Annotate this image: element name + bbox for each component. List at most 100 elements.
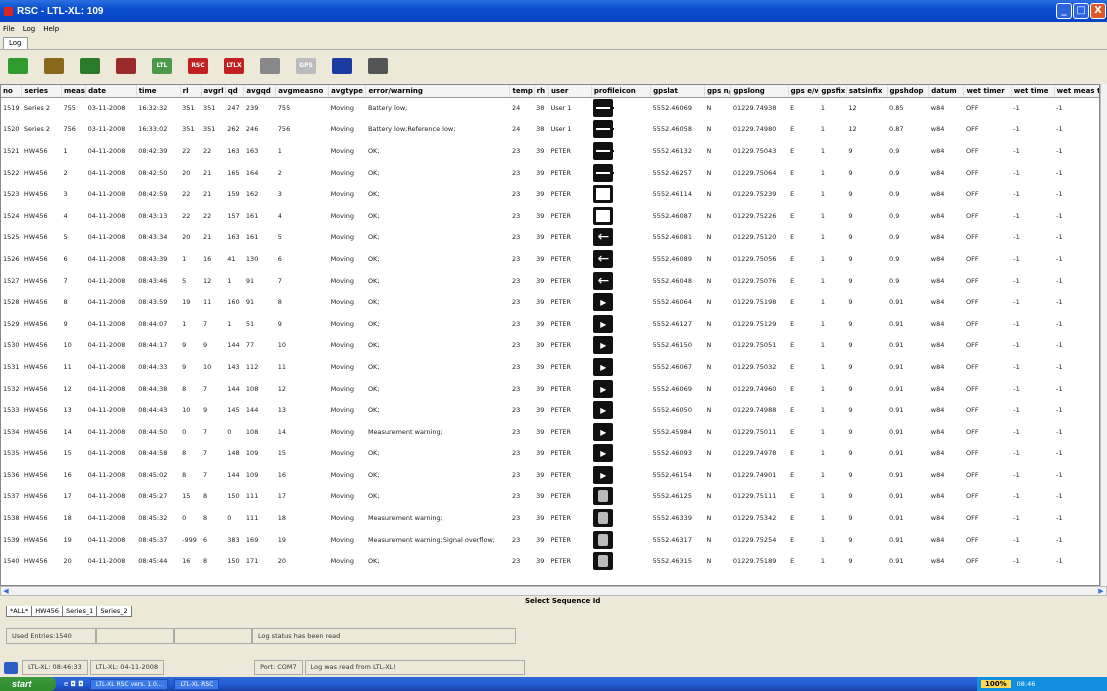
scroll-right-icon[interactable]: ▶ [1096, 587, 1106, 595]
table-row[interactable]: 1527 HW456 7 04-11-2008 08:43:46 5 12 1 91 7 Movin… [1, 270, 1099, 292]
column-header[interactable]: gpshdop [887, 85, 930, 98]
column-header[interactable]: wet time [1011, 85, 1055, 98]
toolbar-button-4[interactable]: LTL [150, 54, 174, 78]
column-header[interactable]: wet meas tin [1054, 85, 1099, 98]
column-header[interactable]: error/warning [365, 85, 511, 98]
toolbar-button-8[interactable]: GPS [294, 54, 318, 78]
column-header[interactable]: wet timer [963, 85, 1012, 98]
table-cell: 5552.45984 [652, 427, 692, 436]
column-header[interactable]: profileicon [591, 85, 652, 98]
column-header[interactable]: avgrl [201, 85, 226, 98]
table-cell: 08:45:32 [138, 514, 168, 523]
table-row[interactable]: 1540 HW456 20 04-11-2008 08:45:44 16 8 150 171 20… [1, 550, 1099, 572]
table-row[interactable]: 1524 HW456 4 04-11-2008 08:43:13 22 22 157 161 4 M… [1, 205, 1099, 227]
column-header[interactable]: rl [180, 85, 202, 98]
toolbar-button-5[interactable]: RSC [186, 54, 210, 78]
table-cell: 1531 [3, 362, 20, 371]
menu-file[interactable]: File [3, 25, 15, 33]
table-row[interactable]: 1533 HW456 13 04-11-2008 08:44:43 10 9 145 144 13… [1, 399, 1099, 421]
tab-series-2[interactable]: Series_2 [96, 606, 132, 617]
table-row[interactable]: 1534 HW456 14 04-11-2008 08:44:50 0 7 0 108 14 Mov… [1, 421, 1099, 443]
table-cell: 0.91 [889, 362, 904, 371]
log-grid[interactable]: no series meas date time rl avgrl qd avgqd avgmea… [0, 84, 1100, 586]
toolbar-button-1[interactable] [42, 54, 66, 78]
taskbar-btn-rsc[interactable]: LTL-XL RSC vers. 1.0... [89, 678, 169, 690]
tab-hw456[interactable]: HW456 [31, 606, 63, 617]
column-header[interactable]: rh [534, 85, 549, 98]
column-header[interactable]: avgtype [328, 85, 367, 98]
table-row[interactable]: 1538 HW456 18 04-11-2008 08:45:32 0 8 0 111 18 Mov… [1, 507, 1099, 529]
table-cell: OFF [965, 276, 979, 285]
menu-help[interactable]: Help [43, 25, 59, 33]
start-button[interactable]: start [0, 677, 56, 691]
taskbar-btn-ltl[interactable]: LTL-XL RSC [174, 678, 220, 690]
column-header[interactable]: qd [225, 85, 245, 98]
column-header[interactable]: gpslong [730, 85, 789, 98]
table-cell: 111 [245, 514, 259, 523]
table-cell: 39 [536, 146, 545, 155]
table-row[interactable]: 1526 HW456 6 04-11-2008 08:43:39 1 16 41 130 6 Mov… [1, 248, 1099, 270]
title-bar: RSC - LTL-XL: 109 _ □ X [0, 0, 1107, 22]
table-row[interactable]: 1530 HW456 10 04-11-2008 08:44:17 9 9 144 77 10 Mo… [1, 335, 1099, 357]
table-row[interactable]: 1536 HW456 16 04-11-2008 08:45:02 8 7 144 109 16 M… [1, 464, 1099, 486]
tab-all[interactable]: *ALL* [6, 606, 33, 617]
table-cell: PETER [550, 449, 572, 458]
column-header[interactable]: gpslat [650, 85, 706, 98]
tab-log[interactable]: Log [3, 37, 28, 49]
close-button[interactable]: X [1090, 3, 1106, 19]
horizontal-scrollbar[interactable]: ◀ ▶ [0, 586, 1107, 596]
scroll-left-icon[interactable]: ◀ [1, 587, 11, 595]
table-cell: 5552.46089 [652, 254, 692, 263]
toolbar-button-3[interactable] [114, 54, 138, 78]
toolbar-button-7[interactable] [258, 54, 282, 78]
toolbar-button-0[interactable] [6, 54, 30, 78]
table-row[interactable]: 1525 HW456 5 04-11-2008 08:43:34 20 21 163 161 5 M… [1, 227, 1099, 249]
profile-icon-cell [591, 119, 650, 141]
toolbar-button-10[interactable] [366, 54, 390, 78]
table-row[interactable]: 1531 HW456 11 04-11-2008 08:44:33 9 10 143 112 11… [1, 356, 1099, 378]
maximize-button[interactable]: □ [1073, 3, 1089, 19]
tab-series-1[interactable]: Series_1 [61, 606, 98, 617]
table-row[interactable]: 1520 Series 2 756 03-11-2008 16:33:02 351 351 2… [1, 119, 1099, 141]
table-row[interactable]: 1529 HW456 9 04-11-2008 08:44:07 1 7 1 51 9 Moving… [1, 313, 1099, 335]
column-header[interactable]: user [548, 85, 592, 98]
column-header[interactable]: time [136, 85, 181, 98]
column-header[interactable]: gps e/w [788, 85, 820, 98]
table-row[interactable]: 1535 HW456 15 04-11-2008 08:44:58 8 7 148 109 15 M… [1, 443, 1099, 465]
column-header[interactable]: meas [61, 85, 87, 98]
table-cell: 08:43:39 [138, 254, 168, 263]
column-header[interactable]: avgmeasno [275, 85, 330, 98]
column-header[interactable]: date [85, 85, 137, 98]
table-cell: 1 [277, 146, 282, 155]
table-cell: 0.91 [889, 557, 904, 566]
minimize-button[interactable]: _ [1056, 3, 1072, 19]
toolbar-button-6[interactable]: LTLX [222, 54, 246, 78]
table-cell: w84 [930, 427, 945, 436]
column-header[interactable]: gpsfix [818, 85, 847, 98]
column-header[interactable]: avgqd [243, 85, 277, 98]
quick-launch[interactable]: e ◘ ◘ [64, 680, 84, 688]
zoom-level[interactable]: 100% [981, 680, 1011, 688]
table-row[interactable]: 1537 HW456 17 04-11-2008 08:45:27 15 8 150 111 17… [1, 486, 1099, 508]
vertical-scrollbar[interactable] [1100, 84, 1107, 586]
column-header[interactable]: temp [509, 85, 535, 98]
table-row[interactable]: 1532 HW456 12 04-11-2008 08:44:38 8 7 144 108 12 M… [1, 378, 1099, 400]
table-cell: OFF [965, 168, 979, 177]
toolbar-button-9[interactable] [330, 54, 354, 78]
column-header[interactable]: series [21, 85, 62, 98]
column-header[interactable]: satsinfix [846, 85, 888, 98]
table-row[interactable]: 1539 HW456 19 04-11-2008 08:45:37 -999 6 383 169… [1, 529, 1099, 551]
menu-log[interactable]: Log [23, 25, 36, 33]
toolbar-button-2[interactable] [78, 54, 102, 78]
column-header[interactable]: no [1, 85, 23, 98]
table-row[interactable]: 1528 HW456 8 04-11-2008 08:43:59 19 11 160 91 8 Mo… [1, 291, 1099, 313]
column-header[interactable]: datum [928, 85, 965, 98]
table-row[interactable]: 1523 HW456 3 04-11-2008 08:42:59 22 21 159 162 3 M… [1, 183, 1099, 205]
column-header[interactable]: gps n/s [704, 85, 732, 98]
table-row[interactable]: 1522 HW456 2 04-11-2008 08:42:50 20 21 165 164 2 M… [1, 162, 1099, 184]
table-cell: 01229.74980 [732, 125, 777, 134]
table-cell: -1 [1013, 535, 1020, 544]
table-cell: 0.91 [889, 449, 904, 458]
table-row[interactable]: 1519 Series 2 755 03-11-2008 16:32:32 351 351 2… [1, 97, 1099, 119]
table-row[interactable]: 1521 HW456 1 04-11-2008 08:42:39 22 22 163 163 1 M… [1, 140, 1099, 162]
